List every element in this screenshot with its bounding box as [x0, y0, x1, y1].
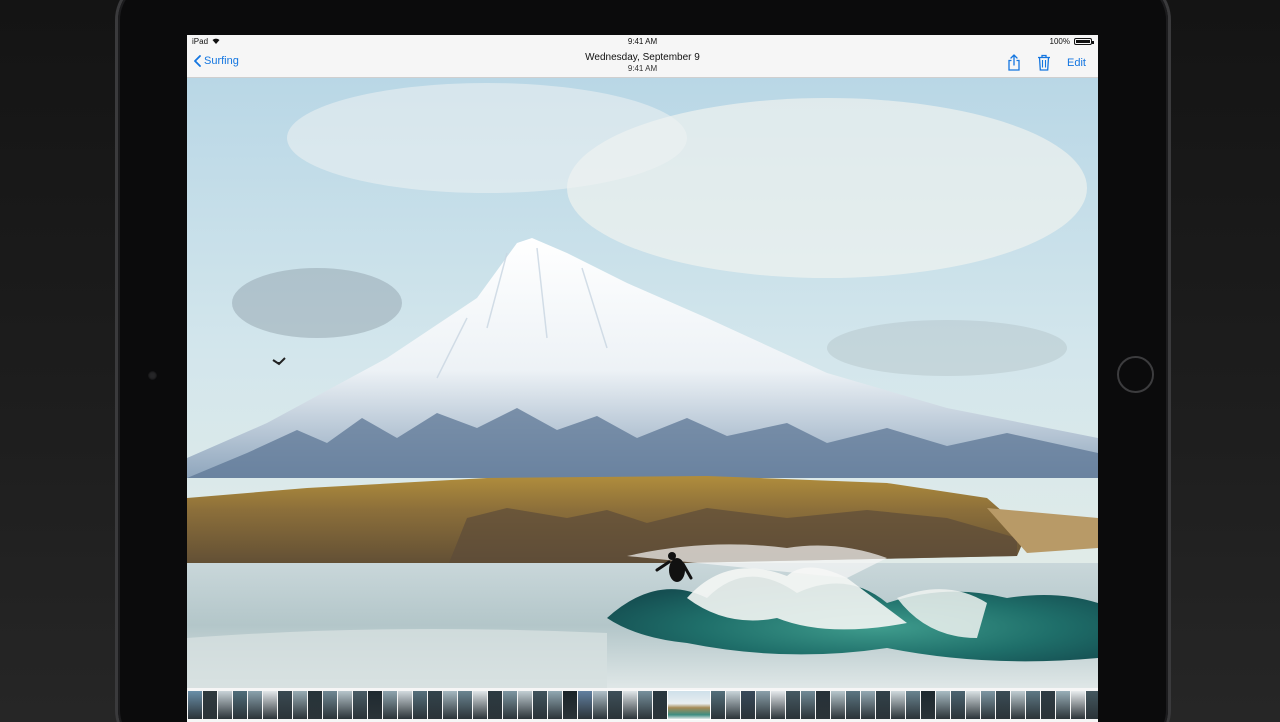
status-bar: iPad 9:41 AM 100% [187, 35, 1098, 47]
home-button[interactable] [1117, 356, 1154, 393]
filmstrip-thumbnail[interactable] [876, 691, 890, 719]
filmstrip-thumbnail[interactable] [801, 691, 815, 719]
filmstrip-thumbnail[interactable] [966, 691, 980, 719]
filmstrip-thumbnail[interactable] [816, 691, 830, 719]
filmstrip-thumbnail[interactable] [1011, 691, 1025, 719]
filmstrip-thumbnail[interactable] [786, 691, 800, 719]
filmstrip-thumbnail[interactable] [473, 691, 487, 719]
filmstrip-thumbnail[interactable] [623, 691, 637, 719]
share-icon [1008, 54, 1020, 71]
filmstrip-thumbnail[interactable] [218, 691, 232, 719]
filmstrip-thumbnail[interactable] [1056, 691, 1070, 719]
filmstrip-thumbnail[interactable] [338, 691, 352, 719]
filmstrip-thumbnail[interactable] [488, 691, 502, 719]
filmstrip-thumbnail[interactable] [368, 691, 382, 719]
filmstrip-thumbnail[interactable] [413, 691, 427, 719]
photo-date-title: Wednesday, September 9 9:41 AM [187, 52, 1098, 74]
filmstrip-thumbnail[interactable] [248, 691, 262, 719]
filmstrip-thumbnail[interactable] [951, 691, 965, 719]
filmstrip-thumbnail[interactable] [398, 691, 412, 719]
share-button[interactable] [1007, 54, 1021, 71]
edit-button[interactable]: Edit [1067, 57, 1086, 69]
filmstrip-thumbnail[interactable] [443, 691, 457, 719]
photo-view[interactable] [187, 78, 1098, 688]
filmstrip-thumbnail[interactable] [383, 691, 397, 719]
status-time: 9:41 AM [627, 37, 658, 46]
filmstrip-thumbnail[interactable] [653, 691, 667, 719]
filmstrip-thumbnail[interactable] [771, 691, 785, 719]
filmstrip-thumbnail[interactable] [846, 691, 860, 719]
filmstrip-thumbnail[interactable] [1041, 691, 1055, 719]
filmstrip-thumbnail[interactable] [1086, 691, 1098, 719]
filmstrip-thumbnail[interactable] [503, 691, 517, 719]
battery-icon [1074, 38, 1094, 45]
filmstrip-thumbnail[interactable] [726, 691, 740, 719]
filmstrip-thumbnail[interactable] [458, 691, 472, 719]
filmstrip-thumbnail[interactable] [353, 691, 367, 719]
filmstrip-thumbnail[interactable] [756, 691, 770, 719]
filmstrip-thumbnail[interactable] [981, 691, 995, 719]
filmstrip-thumbnail[interactable] [578, 691, 592, 719]
filmstrip-thumbnail[interactable] [741, 691, 755, 719]
surfing-mountain-photo [187, 78, 1098, 688]
status-battery: 100% [1049, 37, 1094, 46]
title-time: 9:41 AM [627, 64, 658, 73]
trash-icon [1038, 54, 1051, 71]
delete-button[interactable] [1037, 54, 1051, 71]
filmstrip-thumbnail[interactable] [936, 691, 950, 719]
filmstrip-thumbnail[interactable] [996, 691, 1010, 719]
filmstrip-thumbnail[interactable] [711, 691, 725, 719]
filmstrip-thumbnail[interactable] [1026, 691, 1040, 719]
filmstrip-thumbnail[interactable] [323, 691, 337, 719]
filmstrip-thumbnail[interactable] [293, 691, 307, 719]
filmstrip-thumbnail[interactable] [861, 691, 875, 719]
filmstrip-thumbnail[interactable] [548, 691, 562, 719]
filmstrip-thumbnail[interactable] [518, 691, 532, 719]
filmstrip-thumbnail[interactable] [891, 691, 905, 719]
filmstrip-thumbnail[interactable] [263, 691, 277, 719]
filmstrip-thumbnail[interactable] [906, 691, 920, 719]
front-camera [148, 371, 157, 380]
filmstrip-thumbnail[interactable] [428, 691, 442, 719]
filmstrip-thumbnail[interactable] [1071, 691, 1085, 719]
filmstrip-thumbnail[interactable] [667, 690, 711, 720]
filmstrip-thumbnail[interactable] [921, 691, 935, 719]
filmstrip-thumbnail[interactable] [638, 691, 652, 719]
filmstrip-thumbnail[interactable] [608, 691, 622, 719]
filmstrip-thumbnail[interactable] [831, 691, 845, 719]
navigation-bar: Surfing Wednesday, September 9 9:41 AM E… [187, 47, 1098, 78]
filmstrip-thumbnail[interactable] [593, 691, 607, 719]
battery-percent: 100% [1049, 37, 1070, 46]
filmstrip-thumbnail[interactable] [563, 691, 577, 719]
nav-actions: Edit [1007, 54, 1086, 71]
filmstrip-thumbnail[interactable] [308, 691, 322, 719]
filmstrip[interactable] [187, 688, 1098, 722]
filmstrip-thumbnail[interactable] [233, 691, 247, 719]
filmstrip-thumbnail[interactable] [203, 691, 217, 719]
filmstrip-thumbnail[interactable] [278, 691, 292, 719]
filmstrip-thumbnail[interactable] [533, 691, 547, 719]
title-date: Wednesday, September 9 [585, 52, 700, 63]
filmstrip-thumbnail[interactable] [188, 691, 202, 719]
photos-app-screen: iPad 9:41 AM 100% Surfing Wednesday, Sep… [187, 35, 1098, 722]
